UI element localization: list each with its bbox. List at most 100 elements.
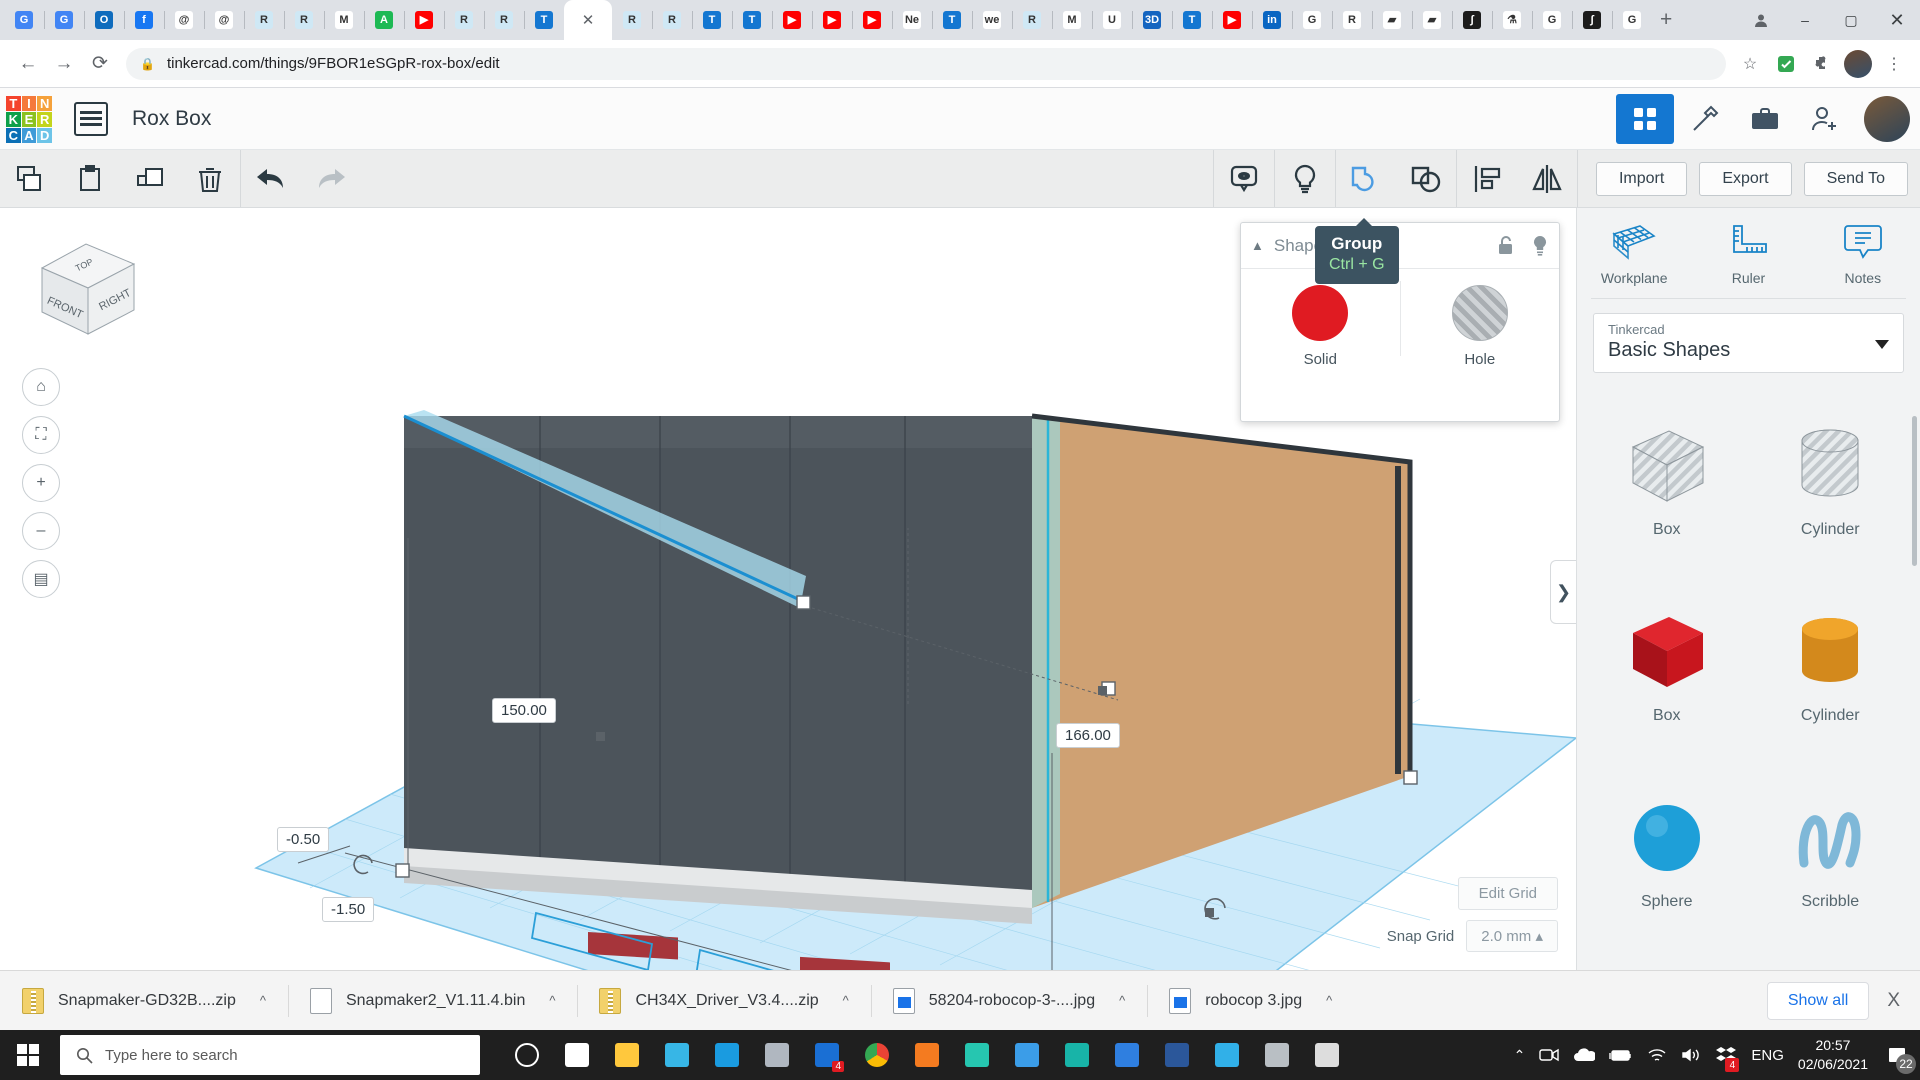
back-arrow-icon[interactable]: ← [10, 46, 46, 82]
autodesk-tab[interactable]: A [364, 3, 404, 37]
minimize-window-button[interactable]: – [1782, 0, 1828, 40]
youtube-tab-3[interactable]: ▶ [812, 3, 852, 37]
workplane-tool[interactable]: Workplane [1584, 222, 1684, 286]
lightbulb-icon[interactable] [1275, 150, 1335, 207]
undo-arrow-icon[interactable] [241, 150, 301, 207]
extension-puzzle-icon[interactable] [1806, 48, 1838, 80]
snap-grid-select[interactable]: 2.0 mm ▴ [1466, 920, 1558, 952]
maximize-window-button[interactable]: ▢ [1828, 0, 1874, 40]
redo-arrow-icon[interactable] [301, 150, 361, 207]
reload-icon[interactable]: ⟳ [82, 46, 118, 82]
lightbulb-icon[interactable] [1531, 235, 1549, 257]
solid-color-swatch[interactable] [1292, 285, 1348, 341]
notes-tool[interactable]: Notes [1813, 222, 1913, 286]
unlock-icon[interactable] [1497, 235, 1515, 257]
star-icon[interactable]: ☆ [1734, 48, 1766, 80]
onedrive-cloud-icon[interactable] [1573, 1048, 1595, 1062]
robocop-tab-6[interactable]: R [652, 3, 692, 37]
ungroup-shapes-icon[interactable] [1396, 150, 1456, 207]
plus-icon[interactable]: + [22, 464, 60, 502]
shape-inspector-panel[interactable]: ▲ Shapes(3) Solid [1240, 222, 1560, 422]
checkmark-extension-icon[interactable] [1770, 48, 1802, 80]
collapse-triangle-icon[interactable]: ▲ [1251, 238, 1264, 253]
user-avatar[interactable] [1864, 96, 1910, 142]
integral-tab[interactable]: ∫ [1452, 3, 1492, 37]
home-icon[interactable]: ⌂ [22, 368, 60, 406]
close-icon[interactable]: ✕ [582, 11, 595, 29]
hole-pattern-swatch[interactable] [1452, 285, 1508, 341]
download-menu-caret-icon[interactable]: ^ [1326, 993, 1332, 1008]
camera-button[interactable] [1004, 1032, 1050, 1078]
show-all-downloads-button[interactable]: Show all [1767, 982, 1869, 1020]
close-downloads-bar-button[interactable]: X [1887, 990, 1900, 1012]
export-button[interactable]: Export [1699, 162, 1791, 196]
linkedin-tab[interactable]: in [1252, 3, 1292, 37]
profile-chip-icon[interactable] [1746, 5, 1776, 35]
import-button[interactable]: Import [1596, 162, 1687, 196]
download-menu-caret-icon[interactable]: ^ [260, 993, 266, 1008]
duplicate-icon[interactable] [120, 150, 180, 207]
view-cube[interactable]: TOP FRONT RIGHT [28, 226, 138, 336]
task-view-button[interactable] [554, 1032, 600, 1078]
robocop-tab-4[interactable]: R [484, 3, 524, 37]
align-icon[interactable] [1457, 150, 1517, 207]
tinkercad-tab-3[interactable]: T [732, 3, 772, 37]
wetransfer-tab[interactable]: we [972, 3, 1012, 37]
settings-button[interactable] [1304, 1032, 1350, 1078]
speaker-icon[interactable] [1681, 1047, 1701, 1063]
download-item-snapmaker2-bin[interactable]: Snapmaker2_V1.11.4.bin^ [288, 971, 578, 1031]
3d-tab[interactable]: 3D [1132, 3, 1172, 37]
3d-viewport[interactable]: TOP FRONT RIGHT ⌂ ⛶ + – ▤ 150.00166.00-0… [0, 208, 1576, 970]
onedrive-app-button[interactable] [1254, 1032, 1300, 1078]
chevron-right-icon[interactable]: ❯ [1550, 560, 1576, 624]
taskbar-search-input[interactable]: Type here to search [60, 1035, 480, 1075]
thingiverse-tab-2[interactable]: @ [204, 3, 244, 37]
medium-tab[interactable]: M [1052, 3, 1092, 37]
download-menu-caret-icon[interactable]: ^ [549, 993, 555, 1008]
infinity-button[interactable] [954, 1032, 1000, 1078]
shape-box-hole[interactable]: Box [1587, 389, 1747, 571]
account-avatar[interactable] [1842, 48, 1874, 80]
paste-icon[interactable] [60, 150, 120, 207]
dim-height-150[interactable]: 150.00 [492, 698, 556, 723]
udemy-tab[interactable]: U [1092, 3, 1132, 37]
trash-icon[interactable] [180, 150, 240, 207]
mirror-icon[interactable] [1517, 150, 1577, 207]
tinkercad-tab-2[interactable]: T [692, 3, 732, 37]
google-tab[interactable]: G [1292, 3, 1332, 37]
google-translate-tab[interactable]: G [4, 3, 44, 37]
perspective-icon[interactable]: ▤ [22, 560, 60, 598]
robocop-tab-7[interactable]: R [1012, 3, 1052, 37]
camera-tray-icon[interactable] [1539, 1047, 1559, 1063]
download-item-ch34x-driver[interactable]: CH34X_Driver_V3.4....zip^ [577, 971, 870, 1031]
youtube-tab-2[interactable]: ▶ [772, 3, 812, 37]
download-item-58204-robocop[interactable]: 58204-robocop-3-....jpg^ [871, 971, 1147, 1031]
edit-grid-button[interactable]: Edit Grid [1458, 877, 1558, 910]
shape-library-select[interactable]: Tinkercad Basic Shapes [1593, 313, 1904, 373]
chrome-button[interactable] [854, 1032, 900, 1078]
tinkercad-tab-5[interactable]: T [1172, 3, 1212, 37]
youtube-tab-5[interactable]: ▶ [1212, 3, 1252, 37]
scribd-tab[interactable]: ▰ [1372, 3, 1412, 37]
google-tab-3[interactable]: G [1612, 3, 1652, 37]
language-indicator[interactable]: ENG [1751, 1047, 1784, 1064]
news-tab[interactable]: Ne [892, 3, 932, 37]
wifi-icon[interactable] [1647, 1047, 1667, 1063]
word-button[interactable] [1154, 1032, 1200, 1078]
shape-cylinder-hole[interactable]: Cylinder [1751, 389, 1911, 571]
eye-callout-icon[interactable] [1214, 150, 1274, 207]
google-translate-tab-2[interactable]: G [44, 3, 84, 37]
youtube-tab[interactable]: ▶ [404, 3, 444, 37]
send-to-button[interactable]: Send To [1804, 162, 1908, 196]
new-tab-button[interactable]: + [1660, 8, 1672, 32]
robocop-tab-3[interactable]: R [444, 3, 484, 37]
mail-button[interactable]: 4 [804, 1032, 850, 1078]
panel-scrollbar[interactable] [1912, 416, 1917, 566]
facebook-tab[interactable]: f [124, 3, 164, 37]
chevron-up-icon[interactable]: ⌃ [1514, 1047, 1526, 1064]
brave-button[interactable] [754, 1032, 800, 1078]
scribd-tab-2[interactable]: ▰ [1412, 3, 1452, 37]
battery-icon[interactable] [1609, 1048, 1633, 1062]
copilot-button[interactable] [1054, 1032, 1100, 1078]
tinkercad-tab-4[interactable]: T [932, 3, 972, 37]
